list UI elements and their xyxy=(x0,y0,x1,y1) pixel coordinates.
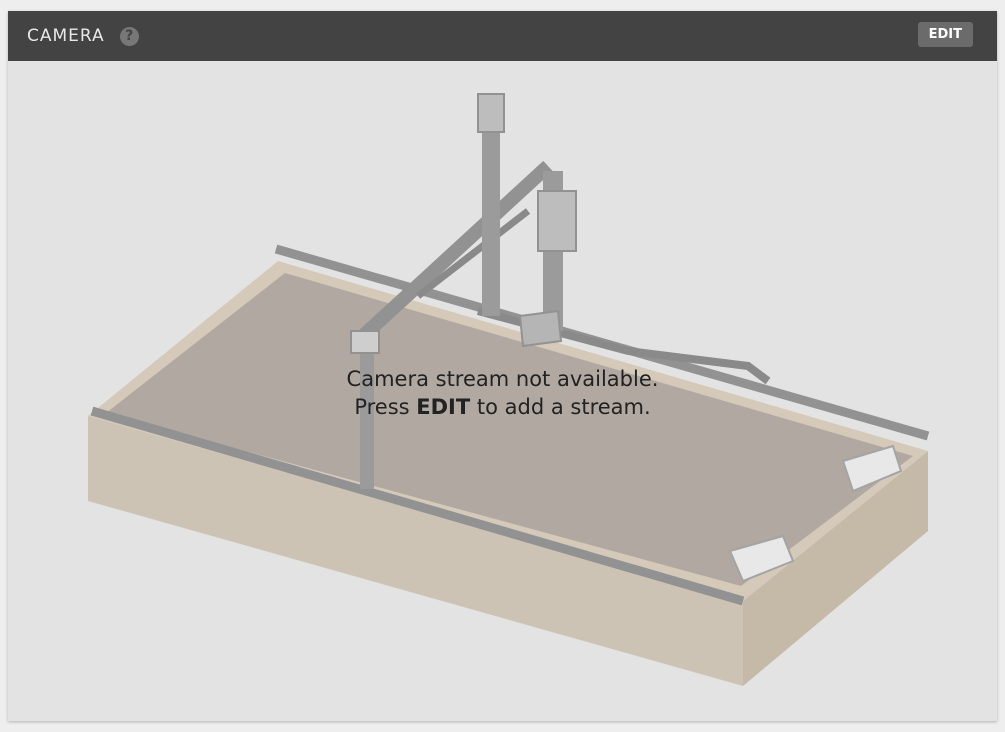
electronics-box xyxy=(537,190,577,252)
cable-chain-gantry xyxy=(415,208,531,299)
tower-plate xyxy=(518,309,563,348)
message-line-2: Press EDIT to add a stream. xyxy=(8,393,997,421)
question-circle-icon[interactable]: ? xyxy=(119,26,139,46)
panel-header: CAMERA ? EDIT xyxy=(8,11,997,61)
stream-unavailable-message: Camera stream not available. Press EDIT … xyxy=(8,365,997,421)
camera-panel: CAMERA ? EDIT Camera stream not availabl… xyxy=(8,11,997,721)
message-line-1: Camera stream not available. xyxy=(346,367,659,391)
left-carriage xyxy=(350,330,380,354)
edit-button[interactable]: EDIT xyxy=(917,22,973,47)
camera-view: Camera stream not available. Press EDIT … xyxy=(8,61,997,721)
message-suffix: to add a stream. xyxy=(476,395,651,419)
z-axis-top xyxy=(477,93,505,133)
message-edit-strong: EDIT xyxy=(416,395,471,419)
gantry-beam xyxy=(358,160,553,342)
panel-title: CAMERA xyxy=(27,26,105,46)
message-prefix: Press xyxy=(354,395,410,419)
